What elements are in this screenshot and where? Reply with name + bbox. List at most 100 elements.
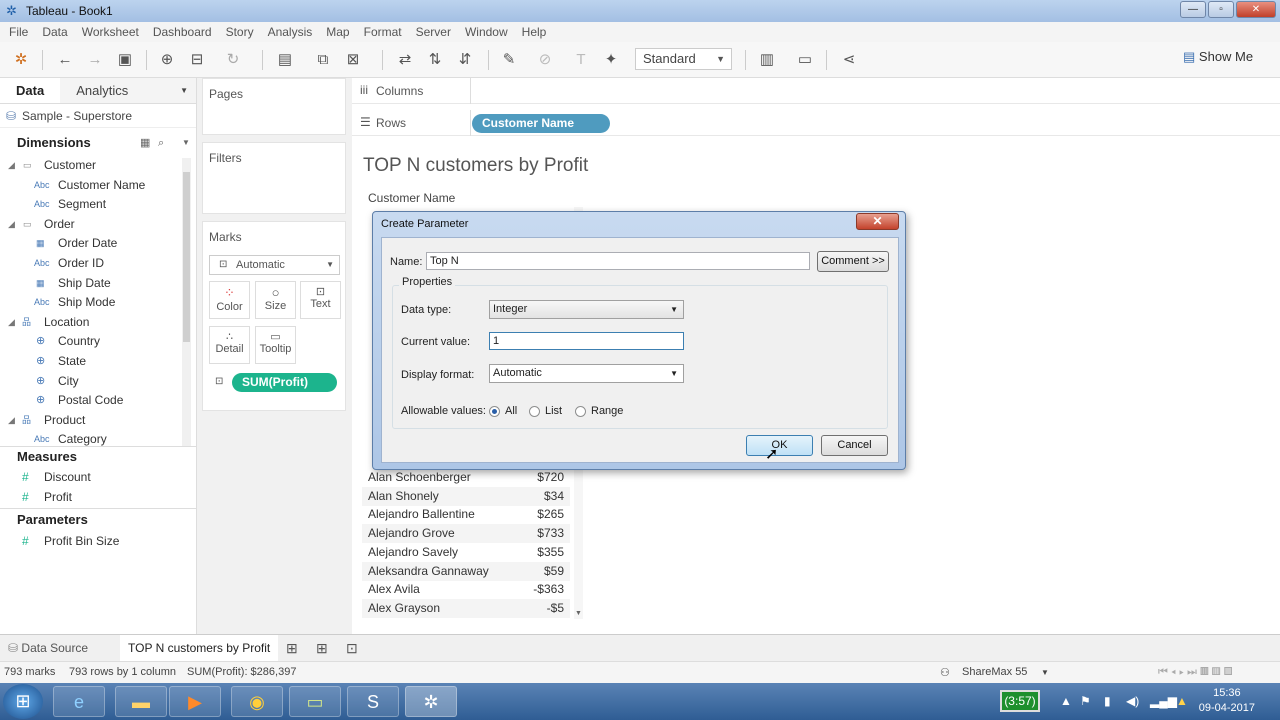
media-player-icon[interactable]: ▶ bbox=[169, 686, 221, 717]
scroll-down-icon[interactable]: ▼ bbox=[575, 610, 582, 617]
dim-order-id[interactable]: Abc Order ID bbox=[0, 254, 180, 274]
menu-story[interactable]: Story bbox=[219, 25, 261, 39]
pages-shelf[interactable]: Pages bbox=[202, 78, 346, 135]
dim-category[interactable]: Abc Category bbox=[0, 430, 180, 446]
table-row[interactable]: Aleksandra Gannaway $59 bbox=[362, 562, 570, 581]
menu-file[interactable]: File bbox=[2, 25, 35, 39]
folder-icon[interactable]: ▭ bbox=[289, 686, 341, 717]
volume-icon[interactable]: ◀) bbox=[1126, 683, 1139, 720]
tableau-taskbar-icon[interactable]: ✲ bbox=[405, 686, 457, 717]
duplicate-sheet-icon[interactable]: ⧉ bbox=[314, 50, 332, 70]
current-value-input[interactable]: 1 bbox=[489, 332, 684, 350]
dim-hierarchy-location[interactable]: ◢ 品 Location bbox=[0, 313, 180, 333]
new-worksheet-tab-icon[interactable]: ⊞ bbox=[286, 635, 298, 662]
rows-shelf[interactable]: ☰ Rows Customer Name bbox=[352, 110, 1280, 136]
dim-folder-customer[interactable]: ◢ ▭ Customer bbox=[0, 156, 180, 176]
display-format-select[interactable]: Automatic ▼ bbox=[489, 364, 684, 383]
undo-icon[interactable]: ← bbox=[56, 50, 74, 70]
menu-help[interactable]: Help bbox=[515, 25, 554, 39]
menu-analysis[interactable]: Analysis bbox=[261, 25, 320, 39]
comment-button[interactable]: Comment >> bbox=[817, 251, 889, 272]
radio-list[interactable] bbox=[529, 406, 540, 417]
mark-type-dropdown[interactable]: ⊡ Automatic ▼ bbox=[209, 255, 340, 275]
dialog-close-button[interactable]: ✕ bbox=[856, 213, 899, 230]
view-toggle-icon[interactable]: ▦ bbox=[140, 128, 150, 158]
fit-dropdown[interactable]: Standard ▼ bbox=[635, 48, 732, 70]
dimensions-scrollbar[interactable] bbox=[182, 158, 191, 446]
menu-format[interactable]: Format bbox=[357, 25, 409, 39]
clock[interactable]: 15:36 09-04-2017 bbox=[1199, 686, 1255, 716]
data-type-select[interactable]: Integer ▼ bbox=[489, 300, 684, 319]
dim-segment[interactable]: Abc Segment bbox=[0, 195, 180, 215]
power-icon[interactable]: ▮ bbox=[1104, 683, 1111, 720]
dim-folder-order[interactable]: ◢ ▭ Order bbox=[0, 215, 180, 235]
dim-state[interactable]: ⊕ State bbox=[0, 352, 180, 372]
dim-ship-mode[interactable]: Abc Ship Mode bbox=[0, 293, 180, 313]
chevron-down-icon[interactable]: ▼ bbox=[1041, 668, 1049, 677]
clear-sheet-icon[interactable]: ⊠ bbox=[344, 50, 362, 70]
drive-icon[interactable]: ▲ bbox=[1176, 683, 1188, 720]
close-window-button[interactable]: ✕ bbox=[1236, 1, 1276, 18]
table-row[interactable]: Alan Schoenberger $720 bbox=[362, 468, 570, 487]
dim-order-date[interactable]: ▦ Order Date bbox=[0, 234, 180, 254]
share-icon[interactable]: ⋖ bbox=[840, 50, 858, 70]
measure-profit[interactable]: # Profit bbox=[0, 488, 180, 508]
sort-descending-icon[interactable]: ⇵ bbox=[456, 50, 474, 70]
table-row[interactable]: Alejandro Savely $355 bbox=[362, 543, 570, 562]
highlight-icon[interactable]: ✎ bbox=[500, 50, 518, 70]
file-explorer-icon[interactable]: ▬ bbox=[115, 686, 167, 717]
text-button[interactable]: ⊡ Text bbox=[300, 281, 341, 319]
table-row[interactable]: Alex Avila -$363 bbox=[362, 580, 570, 599]
tableau-home-icon[interactable]: ✲ bbox=[12, 50, 30, 70]
dim-customer-name[interactable]: Abc Customer Name bbox=[0, 176, 180, 196]
name-input[interactable]: Top N bbox=[426, 252, 810, 270]
tab-sheet-top-n[interactable]: TOP N customers by Profit bbox=[120, 635, 279, 662]
sort-ascending-icon[interactable]: ⇅ bbox=[426, 50, 444, 70]
tooltip-button[interactable]: ▭ Tooltip bbox=[255, 326, 296, 364]
ok-button[interactable]: OK bbox=[746, 435, 813, 456]
maximize-button[interactable]: ▫ bbox=[1208, 1, 1234, 18]
start-button[interactable]: ⊞ bbox=[3, 684, 43, 719]
internet-explorer-icon[interactable]: e bbox=[53, 686, 105, 717]
tray-up-icon[interactable]: ▲ bbox=[1060, 683, 1072, 720]
user-name[interactable]: ShareMax 55 bbox=[962, 666, 1027, 678]
search-icon[interactable]: ⌕ bbox=[158, 128, 164, 158]
new-worksheet-icon[interactable]: ▤ bbox=[276, 50, 294, 70]
table-row[interactable]: Alan Shonely $34 bbox=[362, 487, 570, 506]
chevron-down-icon[interactable]: ▼ bbox=[182, 128, 190, 158]
detail-button[interactable]: ∴ Detail bbox=[209, 326, 250, 364]
color-button[interactable]: ⁘ Color bbox=[209, 281, 250, 319]
minimize-button[interactable]: — bbox=[1180, 1, 1206, 18]
presentation-icon[interactable]: ▥ bbox=[758, 50, 776, 70]
present-icon[interactable]: ▭ bbox=[796, 50, 814, 70]
sum-profit-pill[interactable]: SUM(Profit) bbox=[232, 373, 337, 392]
measure-discount[interactable]: # Discount bbox=[0, 468, 180, 488]
filters-shelf[interactable]: Filters bbox=[202, 142, 346, 214]
sheet-nav-icons[interactable]: ⏮ ◂ ▸ ⏭ ▦ ▥ ▤ bbox=[1158, 666, 1233, 679]
dim-city[interactable]: ⊕ City bbox=[0, 372, 180, 392]
chrome-icon[interactable]: ◉ bbox=[231, 686, 283, 717]
new-story-tab-icon[interactable]: ⊡ bbox=[346, 635, 358, 662]
redo-icon[interactable]: → bbox=[86, 50, 104, 70]
cancel-button[interactable]: Cancel bbox=[821, 435, 888, 456]
dim-hierarchy-product[interactable]: ◢ 品 Product bbox=[0, 411, 180, 431]
menu-window[interactable]: Window bbox=[458, 25, 515, 39]
table-row[interactable]: Alejandro Ballentine $265 bbox=[362, 505, 570, 524]
radio-range[interactable] bbox=[575, 406, 586, 417]
group-icon[interactable]: ⊘ bbox=[536, 50, 554, 70]
radio-all[interactable] bbox=[489, 406, 500, 417]
sharemax-icon[interactable]: S bbox=[347, 686, 399, 717]
menu-map[interactable]: Map bbox=[319, 25, 356, 39]
tab-data[interactable]: Data bbox=[0, 78, 60, 103]
menu-worksheet[interactable]: Worksheet bbox=[75, 25, 146, 39]
show-me-button[interactable]: ▤ Show Me bbox=[1183, 49, 1253, 65]
menu-server[interactable]: Server bbox=[409, 25, 458, 39]
dim-ship-date[interactable]: ▦ Ship Date bbox=[0, 274, 180, 294]
tab-analytics[interactable]: Analytics ▼ bbox=[60, 78, 196, 103]
flag-icon[interactable]: ⚑ bbox=[1080, 683, 1091, 720]
param-profit-bin-size[interactable]: # Profit Bin Size bbox=[0, 532, 180, 552]
table-row[interactable]: Alejandro Grove $733 bbox=[362, 524, 570, 543]
datasource-item[interactable]: ⛁ Sample - Superstore bbox=[0, 104, 196, 128]
new-datasource-icon[interactable]: ⊕ bbox=[158, 50, 176, 70]
pin-icon[interactable]: ✦ bbox=[602, 50, 620, 70]
